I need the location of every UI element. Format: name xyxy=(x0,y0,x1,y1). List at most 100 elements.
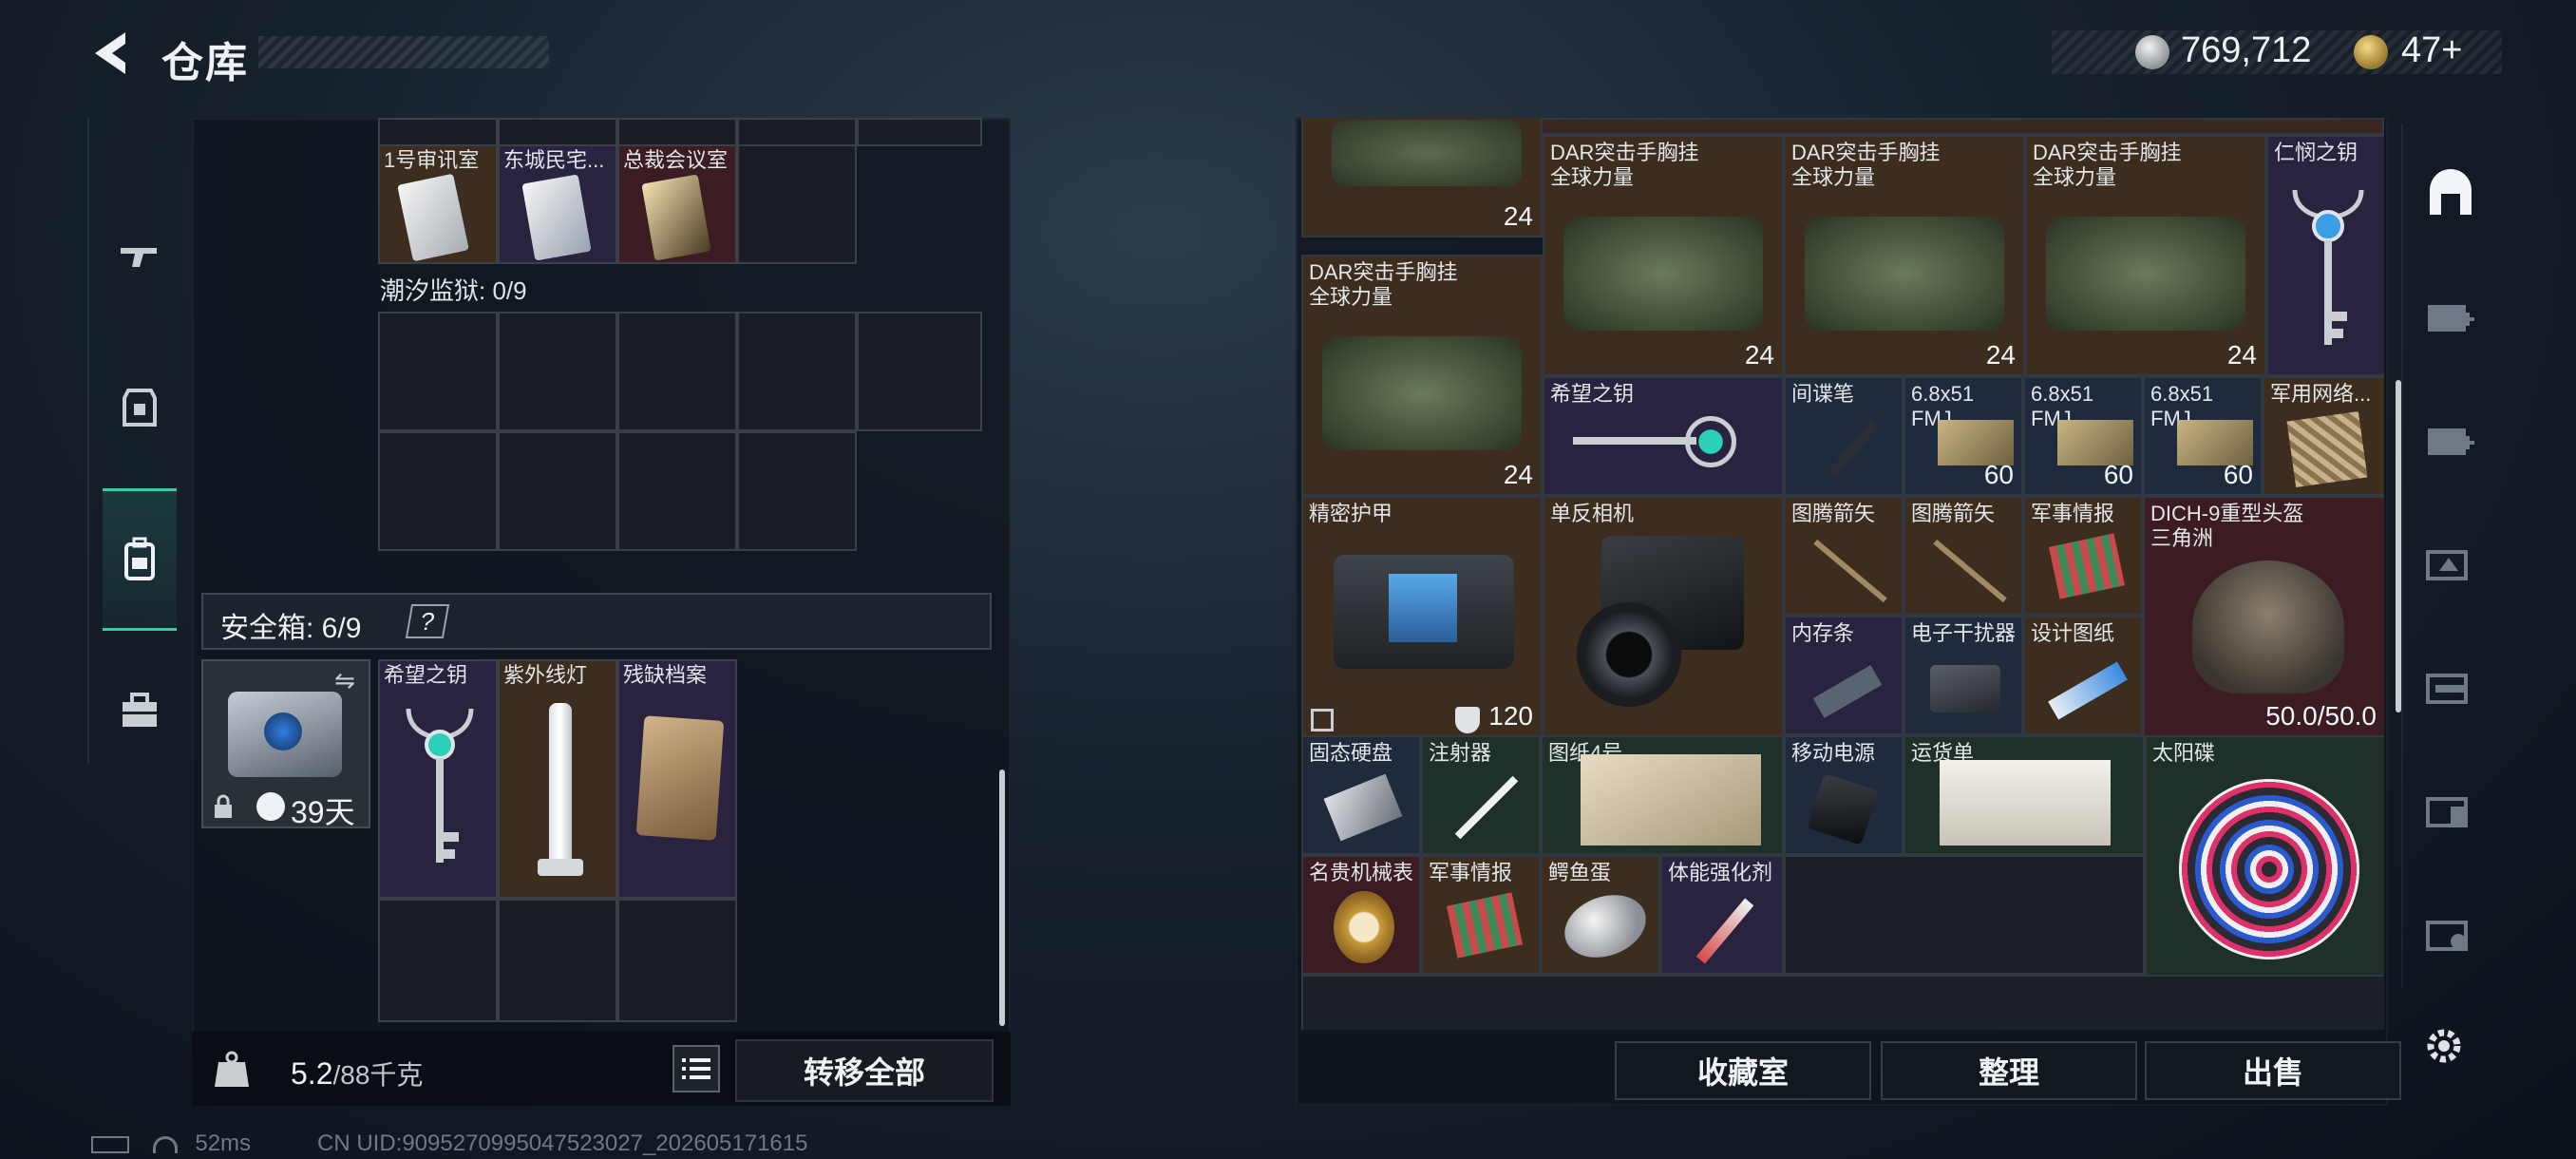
rn-tab-2[interactable] xyxy=(2415,405,2487,477)
blueprint-icon xyxy=(2048,661,2128,720)
item-hope-key[interactable]: 希望之钥 xyxy=(378,659,498,899)
item-military-network[interactable]: 军用网络... xyxy=(2263,376,2384,496)
rn-tab-1[interactable] xyxy=(2415,281,2487,353)
empty-slot[interactable] xyxy=(737,144,857,264)
item-card-ceo-room[interactable]: 总裁会议室 xyxy=(617,144,737,264)
item-ammo-2[interactable]: 6.8x51 FMJ 60 xyxy=(2023,376,2143,496)
empty-slot[interactable] xyxy=(857,312,982,431)
item-totem-arrow-2[interactable]: 图腾箭矢 xyxy=(1904,496,2023,616)
ammo-box-icon xyxy=(2177,420,2253,466)
empty-slot[interactable] xyxy=(1784,855,2145,975)
item-chest-rig-3[interactable]: DAR突击手胸挂 全球力量 24 xyxy=(2025,135,2266,376)
drawing-icon xyxy=(1581,754,1761,846)
item-dslr-camera[interactable]: 单反相机 xyxy=(1543,496,1784,737)
camera-lens xyxy=(1577,602,1681,707)
empty-slot[interactable] xyxy=(617,312,737,431)
item-jammer[interactable]: 电子干扰器 xyxy=(1904,616,2023,735)
swap-icon[interactable]: ⇋ xyxy=(334,668,363,693)
back-arrow-icon xyxy=(95,32,125,74)
item-croc-egg[interactable]: 鳄鱼蛋 xyxy=(1541,855,1660,975)
item-card-east-city[interactable]: 东城民宅... xyxy=(498,144,617,264)
empty-slot[interactable] xyxy=(617,431,737,551)
empty-row xyxy=(1301,975,2384,1030)
nav-backpack[interactable] xyxy=(103,488,177,631)
rn-tab-5[interactable] xyxy=(2415,775,2487,847)
sell-button[interactable]: 出售 xyxy=(2145,1041,2401,1100)
croc-egg-icon xyxy=(1556,884,1655,969)
item-spy-pen[interactable]: 间谍笔 xyxy=(1784,376,1904,496)
intel-icon xyxy=(1446,892,1524,959)
empty-slot[interactable] xyxy=(737,431,857,551)
archive-icon xyxy=(635,715,725,841)
lock-icon xyxy=(213,794,234,819)
item-stim[interactable]: 体能强化剂 xyxy=(1660,855,1784,975)
keycard-icon xyxy=(397,173,469,262)
list-view-button[interactable] xyxy=(672,1045,720,1092)
help-button[interactable]: ? xyxy=(405,604,450,638)
uid-text: CN UID:9095270995047523027_202605171615 xyxy=(317,1130,808,1156)
nav-case[interactable] xyxy=(103,640,177,783)
item-precision-armor[interactable]: 精密护甲 120 xyxy=(1301,496,1543,737)
item-dich9-helmet[interactable]: DICH-9重型头盔 三角洲 50.0/50.0 xyxy=(2143,496,2384,737)
item-uv-lamp[interactable]: 紫外线灯 xyxy=(498,659,617,899)
item-waybill[interactable]: 运货单 xyxy=(1904,735,2145,855)
empty-slot[interactable] xyxy=(498,899,617,1022)
empty-slot[interactable] xyxy=(378,312,498,431)
item-sun-disk[interactable]: 太阳碟 xyxy=(2145,735,2384,977)
item-card-interrogation[interactable]: 1号审讯室 xyxy=(378,144,498,264)
item-ram[interactable]: 内存条 xyxy=(1784,616,1904,735)
item-power-bank[interactable]: 移动电源 xyxy=(1784,735,1904,855)
gold-amount[interactable]: 47+ xyxy=(2401,30,2462,71)
uv-lamp-icon xyxy=(549,703,572,866)
item-hope-key-2[interactable]: 希望之钥 xyxy=(1543,376,1784,496)
item-design-blueprint[interactable]: 设计图纸 xyxy=(2023,616,2143,735)
chest-rig-icon xyxy=(1332,120,1522,186)
weight-value: 5.2 xyxy=(291,1056,333,1091)
chest-rig-icon xyxy=(1563,217,1763,331)
nav-weapon[interactable] xyxy=(103,184,177,327)
item-totem-arrow-1[interactable]: 图腾箭矢 xyxy=(1784,496,1904,616)
transfer-all-button[interactable]: 转移全部 xyxy=(735,1039,994,1102)
gear-icon[interactable] xyxy=(2420,1022,2468,1070)
safebox-label: 安全箱: 6/9 xyxy=(220,613,362,644)
clock-icon xyxy=(256,792,285,821)
rn-tab-3[interactable] xyxy=(2415,528,2487,600)
rn-tab-4[interactable] xyxy=(2415,652,2487,724)
item-military-intel[interactable]: 军事情报 xyxy=(2023,496,2143,616)
item-drawing-4[interactable]: 图纸4号 xyxy=(1541,735,1784,855)
empty-slot[interactable] xyxy=(498,431,617,551)
syringe-icon xyxy=(1454,775,1519,840)
rn-tab-6[interactable] xyxy=(2415,899,2487,971)
sort-button[interactable]: 整理 xyxy=(1881,1041,2137,1100)
item-chest-rig-2[interactable]: DAR突击手胸挂 全球力量 24 xyxy=(1784,135,2025,376)
item-syringe[interactable]: 注射器 xyxy=(1421,735,1541,855)
chest-rig-icon xyxy=(1322,336,1522,450)
item-chest-rig-big[interactable]: DAR突击手胸挂 全球力量 24 xyxy=(1301,255,1543,496)
item-mercy-key[interactable]: 仁悯之钥 xyxy=(2266,135,2384,376)
empty-slot[interactable] xyxy=(737,312,857,431)
item-ssd[interactable]: 固态硬盘 xyxy=(1301,735,1421,855)
nav-armor[interactable] xyxy=(103,336,177,479)
weight-readout: 5.2/88千克 xyxy=(291,1054,423,1092)
item-ammo-3[interactable]: 6.8x51 FMJ 60 xyxy=(2143,376,2263,496)
left-scrollbar[interactable] xyxy=(999,770,1005,1026)
backpack-icon xyxy=(124,537,155,580)
rn-all[interactable] xyxy=(2415,158,2487,230)
item-ammo-1[interactable]: 6.8x51 FMJ 60 xyxy=(1904,376,2023,496)
item-chest-rig-1[interactable]: DAR突击手胸挂 全球力量 24 xyxy=(1543,135,1784,376)
category-icon xyxy=(2426,797,2468,827)
item-chest-rig-top[interactable]: 24 xyxy=(1301,118,1543,238)
cut-cell xyxy=(617,118,737,146)
empty-slot[interactable] xyxy=(378,431,498,551)
back-button[interactable] xyxy=(87,27,137,80)
empty-slot[interactable] xyxy=(498,312,617,431)
key-icon xyxy=(2292,189,2364,345)
item-broken-archive[interactable]: 残缺档案 xyxy=(617,659,737,899)
collection-room-button[interactable]: 收藏室 xyxy=(1615,1041,1871,1100)
wifi-icon xyxy=(152,1135,178,1153)
empty-slot[interactable] xyxy=(378,899,498,1022)
item-luxury-watch[interactable]: 名贵机械表 xyxy=(1301,855,1421,975)
item-military-intel-2[interactable]: 军事情报 xyxy=(1421,855,1541,975)
title-decoration xyxy=(258,36,549,68)
empty-slot[interactable] xyxy=(617,899,737,1022)
